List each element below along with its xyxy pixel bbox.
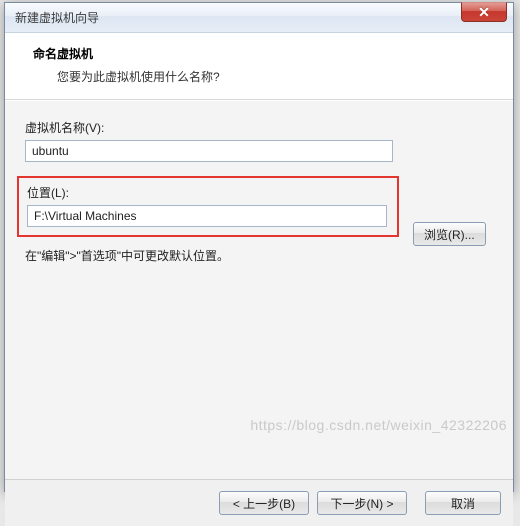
location-row: 位置(L): 浏览(R)... [25,176,499,247]
page-title: 命名虚拟机 [33,45,499,62]
browse-button[interactable]: 浏览(R)... [413,222,486,246]
close-button[interactable]: ✕ [461,2,507,22]
page-subtitle: 您要为此虚拟机使用什么名称? [33,68,499,85]
vm-name-input[interactable] [25,140,393,162]
wizard-footer: < 上一步(B) 下一步(N) > 取消 [5,480,513,526]
vm-name-block: 虚拟机名称(V): [25,119,499,162]
location-label: 位置(L): [27,184,389,201]
location-highlight-box: 位置(L): [17,176,399,237]
window-title: 新建虚拟机向导 [15,9,507,26]
back-button[interactable]: < 上一步(B) [219,491,309,515]
vm-name-label: 虚拟机名称(V): [25,119,499,136]
wizard-window: 新建虚拟机向导 ✕ 命名虚拟机 您要为此虚拟机使用什么名称? 虚拟机名称(V):… [4,2,514,492]
location-input[interactable] [27,205,387,227]
hint-text: 在"编辑">"首选项"中可更改默认位置。 [25,247,499,264]
next-button[interactable]: 下一步(N) > [317,491,407,515]
titlebar: 新建虚拟机向导 ✕ [5,3,513,33]
header-panel: 命名虚拟机 您要为此虚拟机使用什么名称? [5,33,513,100]
close-icon: ✕ [478,4,490,21]
body-area: 虚拟机名称(V): 位置(L): 浏览(R)... 在"编辑">"首选项"中可更… [5,100,513,480]
cancel-button[interactable]: 取消 [425,491,501,515]
